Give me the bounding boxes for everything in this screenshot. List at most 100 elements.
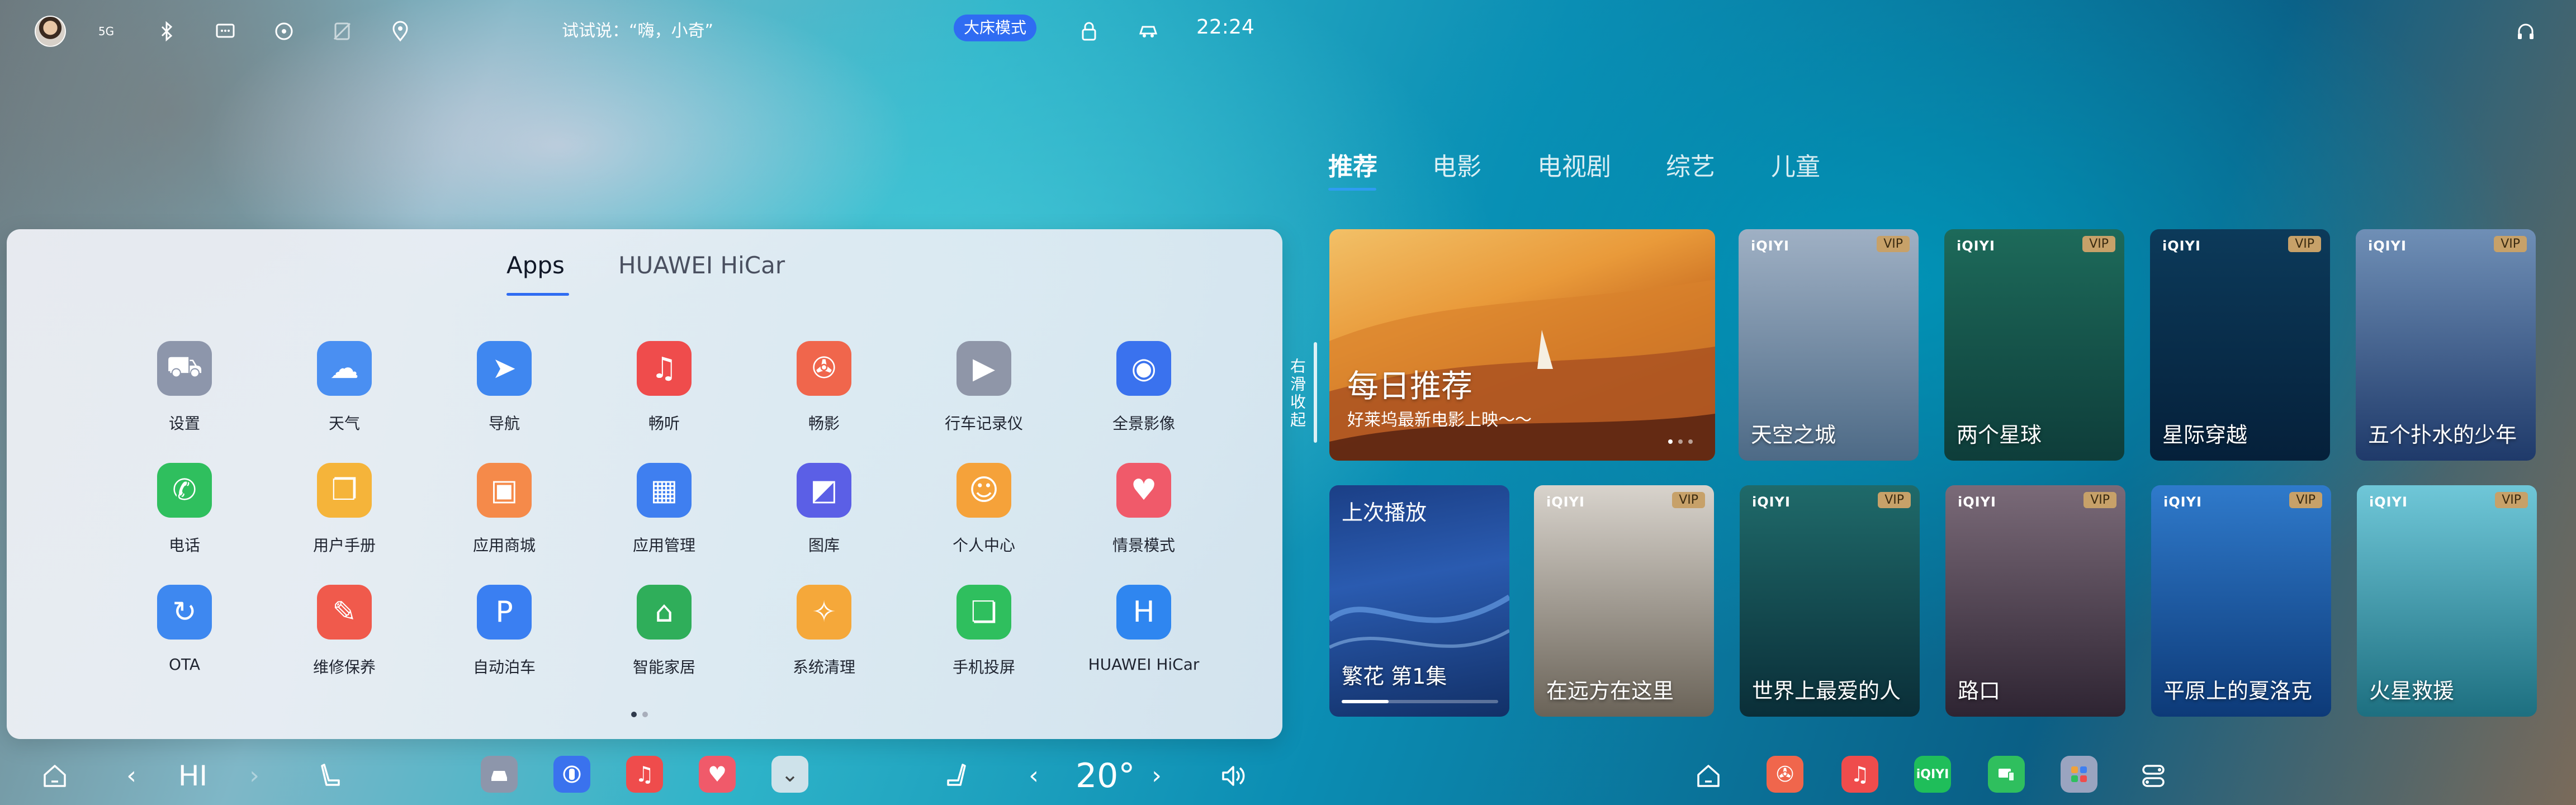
volume-icon[interactable] <box>1216 756 1250 796</box>
smart-home-icon: ⌂ <box>637 585 692 640</box>
app-parking[interactable]: P 自动泊车 <box>410 585 570 691</box>
app-gallery[interactable]: ◩ 图库 <box>730 463 890 569</box>
assistant-button[interactable]: HI <box>173 756 212 796</box>
tab-recommend[interactable]: 推荐 <box>1328 146 1377 182</box>
iqiyi-logo: iQIYI <box>1957 238 1995 254</box>
daily-title: 每日推荐 <box>1347 368 1472 405</box>
app-app-manage[interactable]: ▦ 应用管理 <box>570 463 730 569</box>
headset-icon[interactable] <box>2515 20 2537 42</box>
poster-title: 五个扑水的少年 <box>2368 423 2517 447</box>
clock: 22:24 <box>1196 16 1254 39</box>
poster-title: 在远方在这里 <box>1546 679 1674 703</box>
app-dashcam[interactable]: ▶ 行车记录仪 <box>890 341 1050 447</box>
vip-badge: VIP <box>1878 492 1911 508</box>
page-dot[interactable] <box>642 712 648 717</box>
poster-card[interactable]: iQIYI VIP 平原上的夏洛克 <box>2151 485 2331 717</box>
tab-movies[interactable]: 电影 <box>1432 146 1481 182</box>
dock-iqiyi-icon[interactable]: iQIYI <box>1914 756 1951 793</box>
playback-progress-fill <box>1342 700 1389 703</box>
home-icon[interactable] <box>35 756 75 796</box>
poster-card[interactable]: iQIYI VIP 天空之城 <box>1739 229 1919 461</box>
tab-apps[interactable]: Apps <box>506 252 565 279</box>
poster-card[interactable]: iQIYI VIP 世界上最爱的人 <box>1740 485 1920 717</box>
app-cleaner[interactable]: ✧ 系统清理 <box>730 585 890 691</box>
user-avatar[interactable] <box>35 16 66 47</box>
poster-card[interactable]: iQIYI VIP 星际穿越 <box>2150 229 2330 461</box>
poster-card[interactable]: iQIYI VIP 在远方在这里 <box>1534 485 1714 717</box>
lock-icon[interactable] <box>1078 20 1100 42</box>
app-wrench[interactable]: ✎ 维修保养 <box>250 585 410 691</box>
dock-film-reel-icon[interactable]: ✇ <box>1767 756 1803 793</box>
cleaner-icon: ✧ <box>797 585 851 640</box>
app-ota-update[interactable]: ↻ OTA <box>91 585 250 691</box>
app-music[interactable]: ♫ 畅听 <box>570 341 730 447</box>
app-phone-cast[interactable]: ❏ 手机投屏 <box>890 585 1050 691</box>
location-target-icon[interactable] <box>273 20 295 42</box>
carousel-dots <box>1663 435 1693 446</box>
bed-mode-badge[interactable]: 大床模式 <box>954 15 1037 41</box>
tab-kids[interactable]: 儿童 <box>1771 146 1820 182</box>
vip-badge: VIP <box>2083 492 2116 508</box>
temp-up-icon[interactable]: › <box>1143 756 1171 796</box>
poster-card[interactable]: iQIYI VIP 五个扑水的少年 <box>2356 229 2536 461</box>
dock-car-settings-icon[interactable] <box>481 756 518 793</box>
tab-tv-series[interactable]: 电视剧 <box>1537 146 1611 182</box>
chevron-left-icon[interactable]: ‹ <box>117 756 145 796</box>
passenger-seat-icon[interactable] <box>939 756 973 796</box>
wifi-off-icon <box>331 20 353 42</box>
app-hicar[interactable]: H HUAWEI HiCar <box>1050 585 1210 691</box>
dock-expand-icon[interactable]: ⌄ <box>771 756 808 793</box>
dock-music-icon[interactable]: ♫ <box>626 756 663 793</box>
last-played-card[interactable]: 上次播放 繁花 第1集 <box>1329 485 1509 717</box>
app-user-center[interactable]: ☺ 个人中心 <box>890 463 1050 569</box>
car-status-icon[interactable] <box>1137 20 1159 42</box>
app-app-store[interactable]: ▣ 应用商城 <box>410 463 570 569</box>
app-panoramic-camera[interactable]: ◉ 全景影像 <box>1050 341 1210 447</box>
app-manual[interactable]: ❐ 用户手册 <box>250 463 410 569</box>
map-pin-icon[interactable] <box>389 20 411 42</box>
vip-badge: VIP <box>2288 236 2321 252</box>
collapse-hint[interactable]: 右滑收起 <box>1286 358 1308 429</box>
poster-card[interactable]: iQIYI VIP 两个星球 <box>1944 229 2124 461</box>
vip-badge: VIP <box>2495 492 2528 508</box>
phone-icon: ✆ <box>157 463 212 518</box>
carousel-dot <box>1678 439 1683 444</box>
dock-app-grid-icon[interactable] <box>2061 756 2097 793</box>
app-weather[interactable]: ☁ 天气 <box>250 341 410 447</box>
dock-panoramic-camera-icon[interactable] <box>553 756 590 793</box>
chevron-right-icon[interactable]: › <box>240 756 268 796</box>
dock-music-app-icon[interactable]: ♫ <box>1841 756 1878 793</box>
message-icon[interactable] <box>214 20 236 42</box>
app-label: HUAWEI HiCar <box>1088 655 1200 674</box>
collapse-handle[interactable] <box>1314 342 1317 443</box>
settings-toggle-icon[interactable] <box>2137 756 2170 796</box>
app-film-reel[interactable]: ✇ 畅影 <box>730 341 890 447</box>
tab-hicar[interactable]: HUAWEI HiCar <box>618 252 785 279</box>
iqiyi-logo: iQIYI <box>1751 238 1789 254</box>
page-dot-active[interactable] <box>631 712 637 717</box>
iqiyi-logo: iQIYI <box>2162 238 2201 254</box>
daily-recommend-card[interactable]: 每日推荐 好莱坞最新电影上映～～ <box>1329 229 1715 461</box>
daily-subtitle: 好莱坞最新电影上映～～ <box>1347 410 1532 430</box>
poster-title: 世界上最爱的人 <box>1752 679 1901 703</box>
app-navigation[interactable]: ➤ 导航 <box>410 341 570 447</box>
film-reel-icon: ✇ <box>797 341 851 396</box>
navigation-icon: ➤ <box>477 341 532 396</box>
media-home-icon[interactable] <box>1688 756 1729 796</box>
tab-variety[interactable]: 综艺 <box>1666 146 1715 182</box>
poster-card[interactable]: iQIYI VIP 路口 <box>1945 485 2125 717</box>
bluetooth-icon[interactable] <box>155 20 178 42</box>
poster-card[interactable]: iQIYI VIP 火星救援 <box>2357 485 2537 717</box>
dashcam-icon: ▶ <box>956 341 1011 396</box>
dock: ‹ HI › ♫ ♥ ⌄ ‹ 20° › ✇ ♫ iQIYI <box>0 748 2576 805</box>
app-scene-mode[interactable]: ♥ 情景模式 <box>1050 463 1210 569</box>
app-smart-home[interactable]: ⌂ 智能家居 <box>570 585 730 691</box>
signal-icon: 5G <box>98 25 115 38</box>
weather-icon: ☁ <box>317 341 372 396</box>
driver-seat-icon[interactable] <box>314 756 348 796</box>
app-phone[interactable]: ✆ 电话 <box>91 463 250 569</box>
dock-scene-mode-icon[interactable]: ♥ <box>699 756 736 793</box>
dock-phone-cast-icon[interactable] <box>1988 756 2025 793</box>
temp-down-icon[interactable]: ‹ <box>1020 756 1048 796</box>
app-car-settings[interactable]: ⛟ 设置 <box>91 341 250 447</box>
